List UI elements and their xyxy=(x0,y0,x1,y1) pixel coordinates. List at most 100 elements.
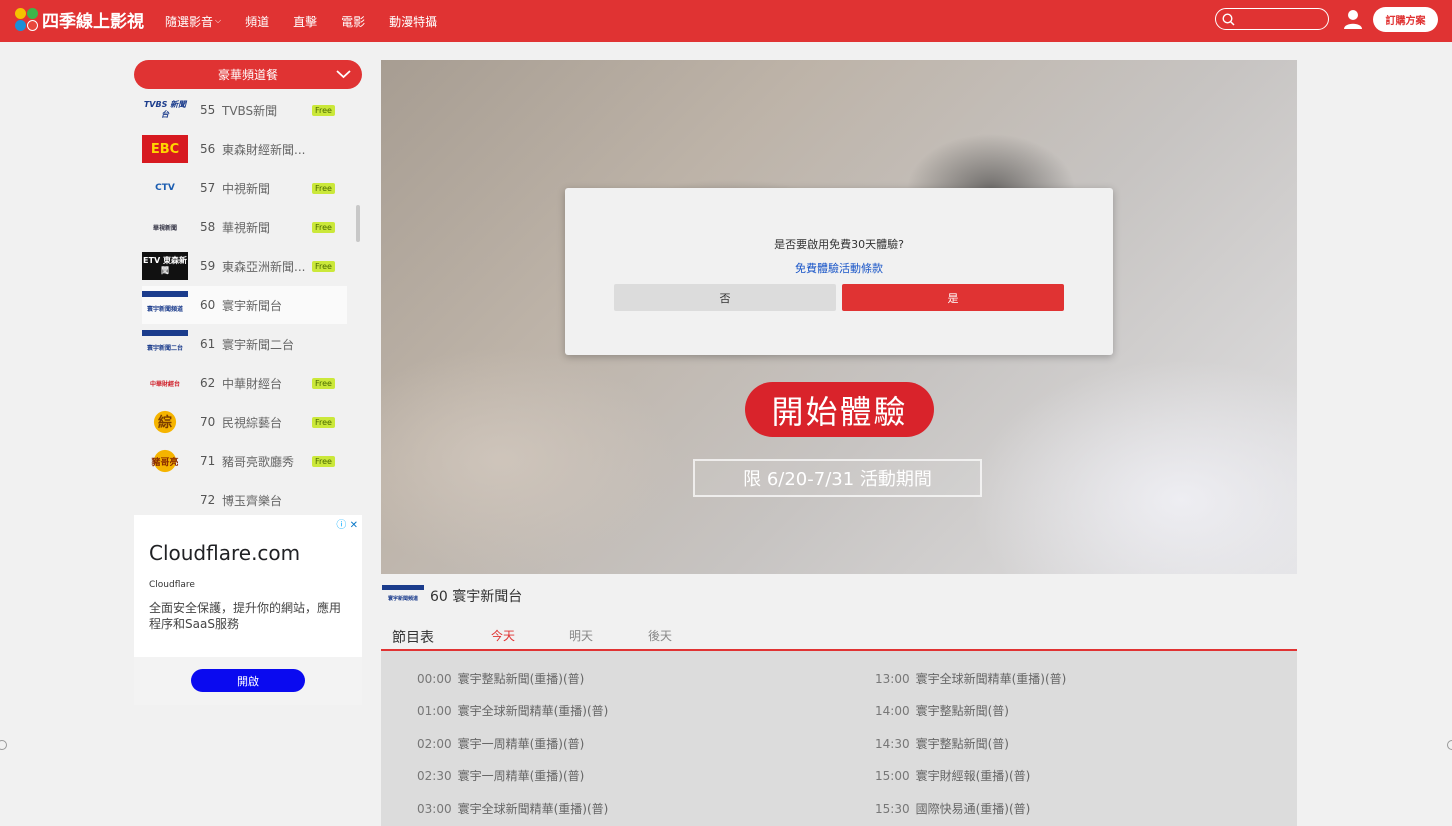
program-time: 02:30 xyxy=(417,769,452,783)
search-input[interactable] xyxy=(1215,8,1329,30)
current-channel-name: 寰宇新聞台 xyxy=(452,589,523,605)
channel-number: 72 xyxy=(200,493,216,507)
carousel-prev-edge[interactable] xyxy=(0,740,7,750)
program-title: 寰宇全球新聞精華(重播)(普) xyxy=(457,802,609,816)
tab-today[interactable]: 今天 xyxy=(491,627,515,644)
channel-name: 豬哥亮歌廳秀 xyxy=(222,454,295,469)
nav-label: 電影 xyxy=(341,14,366,29)
channel-name: 民視綜藝台 xyxy=(222,415,283,430)
nav-channels[interactable]: 頻道 xyxy=(245,13,269,30)
program-title: 寰宇全球新聞精華(重播)(普) xyxy=(457,704,609,718)
channel-list-scrollbar[interactable] xyxy=(356,205,360,242)
ad-brand: Cloudflare xyxy=(149,580,195,590)
channel-number: 70 xyxy=(200,415,216,429)
program-title: 國際快易通(重播)(普) xyxy=(915,802,1031,816)
free-badge: Free xyxy=(312,455,335,467)
channel-name: 寰宇新聞二台 xyxy=(222,337,295,352)
carousel-next-edge[interactable] xyxy=(1447,740,1452,750)
chevron-down-icon: ⌵ xyxy=(215,16,222,25)
channel-item[interactable]: 華視新聞 58 華視新聞 Free xyxy=(142,208,347,246)
ad-description: 全面安全保護，提升你的網站，應用程序和SaaS服務 xyxy=(149,601,342,631)
package-dropdown[interactable]: 豪華頻道餐 xyxy=(134,60,362,89)
program-time: 01:00 xyxy=(417,704,452,718)
ad-open-button[interactable]: 開啟 xyxy=(191,669,305,692)
channel-item[interactable]: CTV 57 中視新聞 Free xyxy=(142,169,347,207)
free-badge: Free xyxy=(312,260,335,272)
program-title: 寰宇一周精華(重播)(普) xyxy=(457,769,585,783)
program-title: 寰宇全球新聞精華(重播)(普) xyxy=(915,672,1067,686)
channel-name: 東森亞洲新聞... xyxy=(222,259,306,274)
channel-item[interactable]: TVBS 新聞台 55 TVBS新聞 Free xyxy=(142,91,347,129)
channel-logo: 中華財經台 xyxy=(149,380,180,388)
start-trial-button[interactable]: 開始體驗 xyxy=(745,382,934,437)
channel-name: 寰宇新聞台 xyxy=(222,298,283,313)
channel-item[interactable]: EBC 56 東森財經新聞... xyxy=(142,130,347,168)
channel-number: 60 xyxy=(200,298,216,312)
channel-item[interactable]: 寰宇新聞二台 61 寰宇新聞二台 xyxy=(142,325,347,363)
channel-logo: EBC xyxy=(142,135,188,163)
tab-day-after[interactable]: 後天 xyxy=(648,627,672,644)
channel-logo: CTV xyxy=(155,183,175,193)
program-time: 02:00 xyxy=(417,737,452,751)
program-schedule: 00:00 寰宇整點新聞(重播)(普) 01:00 寰宇全球新聞精華(重播)(普) … xyxy=(381,651,1297,826)
main-nav: 隨選影音 ⌵ 頻道 直擊 電影 動漫特攝 xyxy=(165,0,461,42)
nav-vod[interactable]: 隨選影音 ⌵ xyxy=(165,13,221,30)
program-title: 寰宇整點新聞(重播)(普) xyxy=(457,672,585,686)
program-title: 寰宇整點新聞(普) xyxy=(915,704,1009,718)
nav-label: 隨選影音 xyxy=(165,14,214,29)
current-channel-logo: 寰宇新聞頻道 xyxy=(382,585,424,607)
free-badge: Free xyxy=(312,377,335,389)
channel-item[interactable]: 中華財經台 62 中華財經台 Free xyxy=(142,364,347,402)
program-entry: 14:00 寰宇整點新聞(普) xyxy=(875,702,1009,719)
dialog-question: 是否要啟用免費30天體驗? xyxy=(774,238,904,251)
package-label: 豪華頻道餐 xyxy=(217,68,278,82)
channel-logo: 寰宇新聞頻道 xyxy=(142,291,188,319)
program-entry: 03:00 寰宇全球新聞精華(重播)(普) xyxy=(417,800,608,817)
dialog-yes-button[interactable]: 是 xyxy=(842,284,1064,311)
program-entry: 02:30 寰宇一周精華(重播)(普) xyxy=(417,767,584,784)
program-entry: 13:00 寰宇全球新聞精華(重播)(普) xyxy=(875,670,1066,687)
free-badge: Free xyxy=(312,104,335,116)
nav-anime[interactable]: 動漫特攝 xyxy=(389,13,437,30)
current-channel-header: 寰宇新聞頻道 60 寰宇新聞台 xyxy=(382,585,522,607)
info-icon: ⓘ xyxy=(336,520,347,531)
channel-name: TVBS新聞 xyxy=(222,103,278,118)
channel-number: 55 xyxy=(200,103,216,117)
channel-logo: 寰宇新聞二台 xyxy=(142,330,188,358)
program-entry: 00:00 寰宇整點新聞(重播)(普) xyxy=(417,670,584,687)
user-icon[interactable] xyxy=(1343,9,1363,30)
dialog-no-button[interactable]: 否 xyxy=(614,284,836,311)
channel-number: 71 xyxy=(200,454,216,468)
channel-item[interactable]: 72 博玉齊樂台 xyxy=(142,481,347,507)
free-badge: Free xyxy=(312,416,335,428)
channel-item-selected[interactable]: 寰宇新聞頻道 60 寰宇新聞台 xyxy=(142,286,347,324)
channel-number: 57 xyxy=(200,181,216,195)
channel-logo: 華視新聞 xyxy=(152,224,177,232)
channel-number: 56 xyxy=(200,142,216,156)
subscribe-button[interactable]: 訂購方案 xyxy=(1373,7,1438,32)
channel-item[interactable]: ETV 東森新聞 59 東森亞洲新聞... Free xyxy=(142,247,347,285)
free-badge: Free xyxy=(312,182,335,194)
tab-tomorrow[interactable]: 明天 xyxy=(569,627,593,644)
channel-item[interactable]: 綜 70 民視綜藝台 Free xyxy=(142,403,347,441)
site-logo[interactable]: 四季線上影視 xyxy=(15,7,144,32)
channel-item[interactable]: 豬哥亮 71 豬哥亮歌廳秀 Free xyxy=(142,442,347,480)
channel-name: 中視新聞 xyxy=(222,181,271,196)
program-time: 15:30 xyxy=(875,802,910,816)
ad-info-icon[interactable]: ⓘ ✕ xyxy=(336,516,358,531)
channel-number: 61 xyxy=(200,337,216,351)
ad-banner[interactable]: ⓘ ✕ Cloudflare.com Cloudflare 全面安全保護，提升你… xyxy=(134,515,362,705)
program-title: 寰宇整點新聞(普) xyxy=(915,737,1009,751)
nav-live[interactable]: 直擊 xyxy=(293,13,317,30)
nav-movies[interactable]: 電影 xyxy=(341,13,365,30)
channel-logo: 豬哥亮 xyxy=(142,447,188,475)
trial-terms-link[interactable]: 免費體驗活動條款 xyxy=(565,260,1113,276)
current-channel-number: 60 xyxy=(430,589,448,605)
channel-name: 東森財經新聞... xyxy=(222,142,306,157)
video-player[interactable]: 是否要啟用免費30天體驗? 免費體驗活動條款 否 是 開始體驗 限 6/20-7… xyxy=(381,60,1297,574)
nav-label: 動漫特攝 xyxy=(389,14,438,29)
channel-list[interactable]: TVBS 新聞台 55 TVBS新聞 Free EBC 56 東森財經新聞...… xyxy=(134,89,362,507)
top-navigation-bar: 四季線上影視 隨選影音 ⌵ 頻道 直擊 電影 動漫特攝 訂購方案 xyxy=(0,0,1452,42)
schedule-tabs: 節目表 今天 明天 後天 xyxy=(381,619,1297,651)
chevron-down-icon xyxy=(336,70,351,79)
